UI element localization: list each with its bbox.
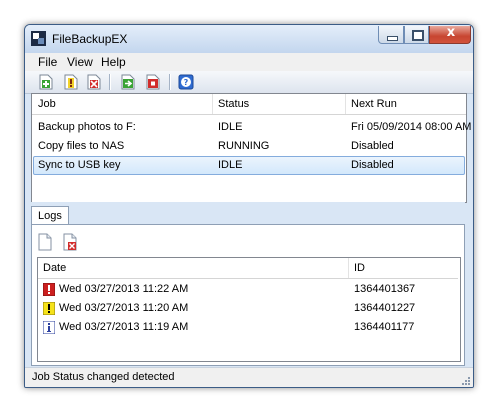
column-header-job[interactable]: Job — [38, 98, 56, 110]
log-id: 1364401367 — [354, 283, 416, 295]
menu-bar: File View Help — [25, 53, 473, 71]
menu-help[interactable]: Help — [101, 55, 126, 69]
log-row[interactable]: Wed 03/27/2013 11:20 AM 1364401227 — [38, 300, 458, 318]
help-icon[interactable]: ? — [178, 74, 194, 90]
job-name: Backup photos to F: — [38, 121, 136, 133]
app-window: FileBackupEX x File View Help ? Job Stat… — [24, 24, 474, 388]
column-divider[interactable] — [348, 258, 349, 278]
stop-job-icon[interactable] — [145, 74, 161, 90]
title-bar[interactable]: FileBackupEX x — [25, 25, 473, 53]
job-next-run: Fri 05/09/2014 08:00 AM — [351, 121, 472, 133]
logs-tab-control: Logs Date ID Wed 03/27/2013 11:22 AM 136… — [31, 206, 465, 366]
job-name: Copy files to NAS — [38, 140, 125, 152]
job-status: RUNNING — [218, 140, 270, 152]
resize-grip-icon[interactable] — [461, 376, 471, 386]
delete-job-icon[interactable] — [86, 74, 102, 90]
logs-header: Date ID — [38, 258, 458, 279]
toolbar-separator — [109, 74, 111, 90]
add-job-icon[interactable] — [38, 74, 54, 90]
job-row-selected[interactable]: Sync to USB key IDLE Disabled — [33, 156, 465, 175]
job-name: Sync to USB key — [38, 159, 121, 171]
window-title: FileBackupEX — [52, 32, 128, 46]
app-icon — [31, 31, 46, 46]
column-header-date[interactable]: Date — [43, 262, 66, 274]
tab-logs[interactable]: Logs — [31, 206, 69, 225]
minimize-button[interactable] — [378, 26, 404, 44]
maximize-button[interactable] — [404, 26, 429, 44]
log-id: 1364401177 — [354, 321, 415, 333]
menu-view[interactable]: View — [67, 55, 93, 69]
column-header-next-run[interactable]: Next Run — [351, 98, 397, 110]
column-header-status[interactable]: Status — [218, 98, 249, 110]
run-job-icon[interactable] — [120, 74, 136, 90]
log-row[interactable]: Wed 03/27/2013 11:19 AM 1364401177 — [38, 319, 458, 337]
menu-file[interactable]: File — [38, 55, 57, 69]
log-date: Wed 03/27/2013 11:22 AM — [59, 283, 189, 295]
status-text: Job Status changed detected — [32, 371, 175, 383]
warning-icon — [43, 302, 55, 315]
job-next-run: Disabled — [351, 140, 394, 152]
job-status: IDLE — [218, 159, 243, 171]
job-status: IDLE — [218, 121, 243, 133]
logs-list[interactable]: Date ID Wed 03/27/2013 11:22 AM 13644013… — [37, 257, 461, 362]
column-header-id[interactable]: ID — [354, 262, 365, 274]
logs-panel: Date ID Wed 03/27/2013 11:22 AM 13644013… — [31, 224, 465, 366]
clear-logs-icon[interactable] — [63, 233, 77, 251]
jobs-list[interactable]: Job Status Next Run Backup photos to F: … — [31, 93, 471, 203]
svg-text:?: ? — [184, 78, 189, 87]
log-date: Wed 03/27/2013 11:19 AM — [59, 321, 189, 333]
job-next-run: Disabled — [351, 159, 394, 171]
error-icon — [43, 283, 55, 296]
job-info-icon[interactable] — [63, 74, 79, 90]
close-icon: x — [446, 25, 456, 40]
toolbar: ? — [25, 71, 473, 94]
log-row[interactable]: Wed 03/27/2013 11:22 AM 1364401367 — [38, 281, 458, 299]
tab-logs-label: Logs — [38, 210, 62, 222]
status-bar: Job Status changed detected — [25, 367, 473, 387]
close-button[interactable]: x — [429, 25, 471, 44]
column-divider[interactable] — [212, 94, 213, 114]
log-id: 1364401227 — [354, 302, 416, 314]
job-row[interactable]: Backup photos to F: IDLE Fri 05/09/2014 … — [33, 118, 471, 137]
toolbar-separator — [169, 74, 171, 90]
new-log-icon[interactable] — [38, 233, 52, 251]
column-divider[interactable] — [345, 94, 346, 114]
log-date: Wed 03/27/2013 11:20 AM — [59, 302, 189, 314]
jobs-header: Job Status Next Run — [32, 94, 466, 115]
job-row[interactable]: Copy files to NAS RUNNING Disabled — [33, 137, 465, 156]
info-icon — [43, 321, 55, 334]
